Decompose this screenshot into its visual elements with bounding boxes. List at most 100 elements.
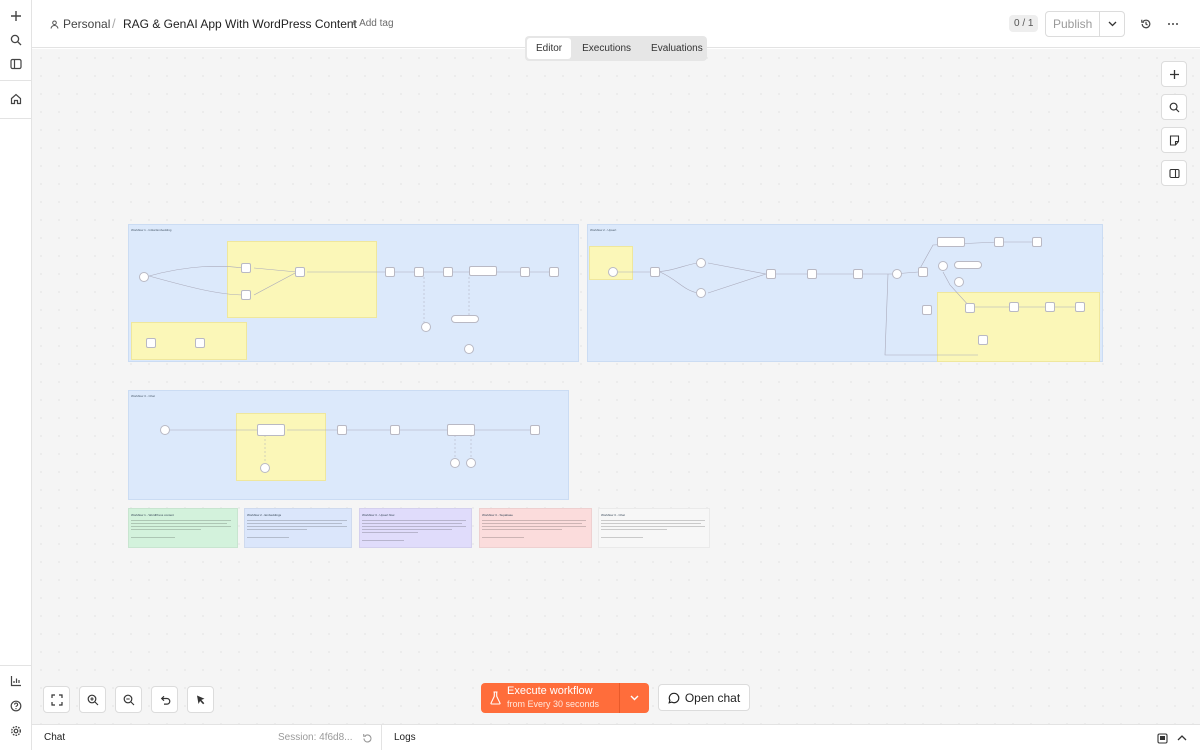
breadcrumb-project[interactable]: Personal <box>50 17 110 31</box>
supabase-node[interactable] <box>696 288 706 298</box>
search-nodes-button[interactable] <box>1161 94 1187 120</box>
zoom-in-button[interactable] <box>79 686 106 713</box>
note-text-line <box>131 537 175 538</box>
respond-node[interactable] <box>530 425 540 435</box>
supabase-node[interactable] <box>146 338 156 348</box>
pop-out-icon[interactable] <box>1154 730 1170 746</box>
set-node[interactable] <box>1075 302 1085 312</box>
add-sticky-button[interactable] <box>1161 127 1187 153</box>
chat-trigger-node[interactable] <box>160 425 170 435</box>
workflow-group[interactable]: Workflow 3 - Chat <box>128 390 569 500</box>
vector-store-node[interactable] <box>937 237 965 247</box>
if-node[interactable] <box>892 269 902 279</box>
chat-panel-tab[interactable]: Chat <box>44 732 65 743</box>
sticky-note[interactable]: Workflow 3 - Supabase <box>479 508 592 548</box>
supabase-node[interactable] <box>922 305 932 315</box>
logs-panel-tab[interactable]: Logs <box>394 732 416 743</box>
embeddings-node[interactable] <box>938 261 948 271</box>
bottom-panel-bar: Chat Session: 4f6d8... Logs <box>32 724 1200 750</box>
plus-icon[interactable] <box>6 6 26 26</box>
zoom-out-button[interactable] <box>115 686 142 713</box>
sticky-note[interactable]: Workflow 3 - Upsert flow <box>359 508 472 548</box>
filter-node[interactable] <box>853 269 863 279</box>
tab-evaluations[interactable]: Evaluations <box>642 38 712 59</box>
sticky-note-icon <box>1169 134 1179 146</box>
sticky-note[interactable]: Workflow 1 - WordPress content <box>128 508 238 548</box>
open-chat-button[interactable]: Open chat <box>658 684 750 711</box>
aggregate-node[interactable] <box>520 267 530 277</box>
supabase-node[interactable] <box>1032 237 1042 247</box>
ai-agent-node[interactable] <box>257 424 285 436</box>
tab-executions[interactable]: Executions <box>573 38 640 59</box>
home-icon[interactable] <box>6 89 26 109</box>
user-icon <box>50 20 59 29</box>
search-icon[interactable] <box>6 30 26 50</box>
sidebar-toggle-icon[interactable] <box>6 54 26 74</box>
filter-node[interactable] <box>414 267 424 277</box>
publish-button[interactable]: Publish <box>1046 12 1101 36</box>
chevron-up-icon[interactable] <box>1174 730 1190 746</box>
set-node[interactable] <box>807 269 817 279</box>
html-node[interactable] <box>918 267 928 277</box>
schedule-trigger-node[interactable] <box>608 267 618 277</box>
aggregate-node[interactable] <box>1045 302 1055 312</box>
selection-mode-button[interactable] <box>187 686 214 713</box>
add-tag-button[interactable]: + Add tag <box>351 18 394 29</box>
workflow-group[interactable]: Workflow 1 - Initial Embedding <box>128 224 579 362</box>
text-splitter-node[interactable] <box>451 315 479 323</box>
sticky-note[interactable]: Workflow 2 - Embeddings <box>244 508 352 548</box>
supabase-node[interactable] <box>390 425 400 435</box>
ai-agent-node[interactable] <box>447 424 475 436</box>
zoom-out-icon <box>123 694 134 705</box>
loader-node[interactable] <box>954 277 964 287</box>
rail-divider <box>0 118 31 119</box>
workflow-title[interactable]: RAG & GenAI App With WordPress Content <box>123 17 357 31</box>
supabase-node[interactable] <box>696 258 706 268</box>
model-node[interactable] <box>260 463 270 473</box>
html-node[interactable] <box>965 303 975 313</box>
set-node[interactable] <box>337 425 347 435</box>
supabase-node[interactable] <box>195 338 205 348</box>
vector-store-node[interactable] <box>469 266 497 276</box>
note-title: Workflow 1 - WordPress content <box>131 513 174 517</box>
add-node-button[interactable] <box>1161 61 1187 87</box>
fit-view-button[interactable] <box>43 686 70 713</box>
note-text-line <box>131 523 227 524</box>
schedule-trigger-node[interactable] <box>139 272 149 282</box>
chevron-down-icon[interactable] <box>1100 12 1124 36</box>
settings-icon[interactable] <box>6 721 26 741</box>
sticky-note[interactable]: Workflow 3 - Chat <box>598 508 710 548</box>
tab-editor[interactable]: Editor <box>527 38 572 59</box>
note-text-line <box>601 537 643 538</box>
vector-store-node[interactable] <box>1009 302 1019 312</box>
loader-node[interactable] <box>464 344 474 354</box>
memory-node[interactable] <box>466 458 476 468</box>
toggle-panel-button[interactable] <box>1161 160 1187 186</box>
history-icon[interactable] <box>1136 14 1156 34</box>
merge-node[interactable] <box>295 267 305 277</box>
insights-icon[interactable] <box>6 671 26 691</box>
supabase-node[interactable] <box>978 335 988 345</box>
supabase-node[interactable] <box>549 267 559 277</box>
workflow-canvas[interactable]: Workflow 1 - Initial Embedding Workflow … <box>32 49 1200 724</box>
wordpress-node[interactable] <box>241 263 251 273</box>
help-icon[interactable] <box>6 696 26 716</box>
flask-icon <box>490 691 501 705</box>
aggregate-node[interactable] <box>994 237 1004 247</box>
chat-bubble-icon <box>668 692 680 704</box>
html-node[interactable] <box>443 267 453 277</box>
merge-node[interactable] <box>766 269 776 279</box>
wordpress-node[interactable] <box>241 290 251 300</box>
note-text-line <box>131 520 231 521</box>
text-splitter-node[interactable] <box>954 261 982 269</box>
undo-button[interactable] <box>151 686 178 713</box>
more-icon[interactable] <box>1163 14 1183 34</box>
embeddings-node[interactable] <box>421 322 431 332</box>
model-node[interactable] <box>450 458 460 468</box>
wordpress-node[interactable] <box>650 267 660 277</box>
set-node[interactable] <box>385 267 395 277</box>
refresh-icon[interactable] <box>359 730 375 746</box>
execute-options-button[interactable] <box>620 683 649 713</box>
execute-workflow-button[interactable]: Execute workflow from Every 30 seconds <box>481 683 619 713</box>
workflow-group[interactable]: Workflow 2 - Upsert <box>587 224 1103 362</box>
